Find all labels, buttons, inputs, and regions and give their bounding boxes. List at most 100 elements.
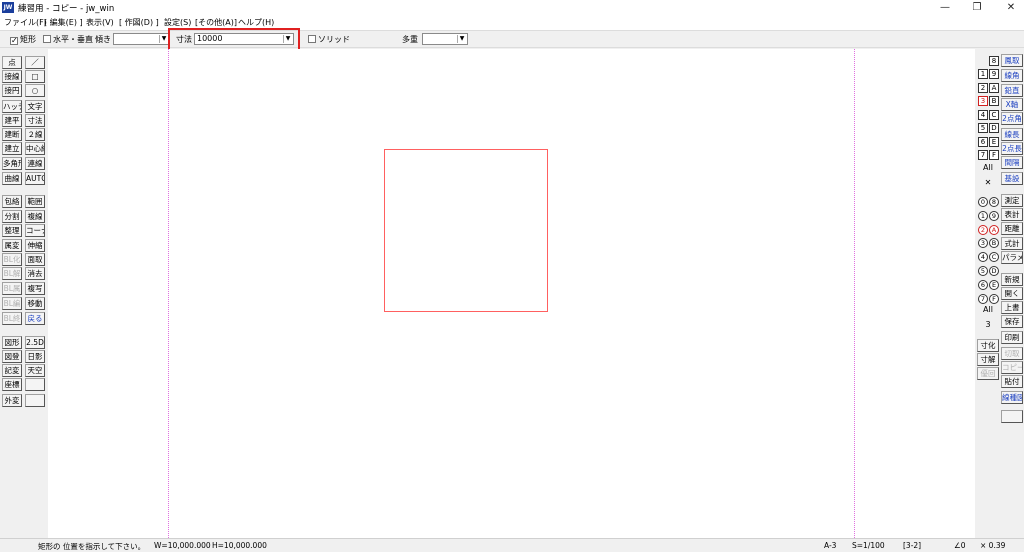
drawing-canvas[interactable] xyxy=(48,49,975,538)
tool-9-1-button[interactable]: 範囲 xyxy=(25,195,45,208)
group-D-button[interactable]: D xyxy=(989,266,999,276)
tool-19-0-button[interactable]: 図登 xyxy=(2,350,22,363)
hv-checkbox[interactable]: 水平・垂直 xyxy=(43,34,93,45)
tool-7-1-button[interactable]: 連線 xyxy=(25,157,45,170)
layer-2-button[interactable]: 2 xyxy=(978,82,988,93)
tool-19-1-button[interactable]: 日影 xyxy=(25,350,45,363)
tool-11-0-button[interactable]: 整理 xyxy=(2,224,22,237)
tilt-combo[interactable]: ▼ xyxy=(113,33,170,45)
status-zoom[interactable]: × 0.39 xyxy=(980,541,1005,550)
group-all-button[interactable]: All xyxy=(978,305,998,314)
group-1-button[interactable]: 1 xyxy=(978,210,988,221)
group-F-button[interactable]: F xyxy=(989,293,999,304)
right-tool-7-button[interactable]: 間隔 xyxy=(1001,156,1023,169)
status-layer[interactable]: [3-2] xyxy=(903,541,921,550)
tool-9-0-button[interactable]: 包絡 xyxy=(2,195,22,208)
layer-C-button[interactable]: C xyxy=(989,109,999,120)
right-tool-12-button[interactable]: 式計 xyxy=(1001,237,1023,250)
tool-13-0-button[interactable]: BL化 xyxy=(2,253,22,266)
layer-B-button[interactable]: B xyxy=(989,96,999,106)
tool-12-0-button[interactable]: 属変 xyxy=(2,239,22,252)
tool-16-0-button[interactable]: BL編 xyxy=(2,297,22,310)
right-tool-13-button[interactable]: パラメ xyxy=(1001,251,1023,264)
tool-21-0-button[interactable]: 座標 xyxy=(2,378,22,391)
rect-checkbox[interactable]: ✓ 矩形 xyxy=(10,34,36,45)
tool-18-0-button[interactable]: 図形 xyxy=(2,336,22,349)
right-tool-0-button[interactable]: 鳳取 xyxy=(1001,54,1023,67)
right-tool-14-button[interactable]: 新規 xyxy=(1001,273,1023,286)
menu-edit[interactable]: [ 編集(E) ] xyxy=(44,17,83,28)
line-preview[interactable] xyxy=(1001,410,1023,423)
group-A-button[interactable]: A xyxy=(989,224,999,235)
right-tool-22-button[interactable]: 線種図 xyxy=(1001,391,1023,404)
group-8-button[interactable]: 8 xyxy=(989,197,999,207)
right-tool-11-button[interactable]: 距離 xyxy=(1001,222,1023,235)
layer-E-button[interactable]: E xyxy=(989,136,999,147)
right-tool-9-button[interactable]: 測定 xyxy=(1001,194,1023,207)
group-7-button[interactable]: 7 xyxy=(978,293,988,304)
tool-10-0-button[interactable]: 分割 xyxy=(2,210,22,223)
right-tool-3-button[interactable]: X軸 xyxy=(1001,98,1023,111)
right-tool-18-button[interactable]: 印刷 xyxy=(1001,331,1023,344)
tool-2-1-button[interactable]: ○ xyxy=(25,84,45,97)
minimize-button[interactable]: — xyxy=(928,0,962,16)
tool-8-1-button[interactable]: AUTO xyxy=(25,172,45,185)
menu-settings[interactable]: 設定(S) xyxy=(164,17,191,28)
tool-0-1-button[interactable]: ／ xyxy=(25,56,45,69)
cross-icon[interactable]: ✕ xyxy=(978,178,998,187)
tool-6-1-button[interactable]: 中心線 xyxy=(25,142,45,155)
group-0-button[interactable]: 0 xyxy=(978,197,988,207)
right-tool-2-button[interactable]: 鉛直 xyxy=(1001,84,1023,97)
tool-15-0-button[interactable]: BL属 xyxy=(2,282,22,295)
tool-3-1-button[interactable]: 文字 xyxy=(25,100,45,113)
layer-A-button[interactable]: A xyxy=(989,82,999,93)
tool-11-1-button[interactable]: コーナー xyxy=(25,224,45,237)
right-tool-16-button[interactable]: 上書 xyxy=(1001,301,1023,314)
status-scale[interactable]: S=1/100 xyxy=(852,541,885,550)
right-tool-15-button[interactable]: 開く xyxy=(1001,287,1023,300)
layer-3-button[interactable]: 3 xyxy=(978,96,988,106)
tool-12-1-button[interactable]: 伸縮 xyxy=(25,239,45,252)
status-paper[interactable]: A-3 xyxy=(824,541,836,550)
tool-14-0-button[interactable]: BL解 xyxy=(2,267,22,280)
menu-view[interactable]: 表示(V) xyxy=(86,17,114,28)
right-tool-10-button[interactable]: 表計 xyxy=(1001,208,1023,221)
right-tool-21-button[interactable]: 貼付 xyxy=(1001,375,1023,388)
menu-draw[interactable]: [ 作図(D) ] xyxy=(119,17,159,28)
right-tool-19-button[interactable]: 切取 xyxy=(1001,347,1023,360)
tool-20-0-button[interactable]: 記変 xyxy=(2,364,22,377)
right-tool-5-button[interactable]: 線長 xyxy=(1001,128,1023,141)
layer-7-button[interactable]: 7 xyxy=(978,150,988,160)
right-tool-20-button[interactable]: コピー xyxy=(1001,361,1023,374)
tool-7-0-button[interactable]: 多角形 xyxy=(2,157,22,170)
drawn-rectangle[interactable] xyxy=(384,149,548,312)
layer-6-button[interactable]: 6 xyxy=(978,136,988,147)
tool-4-1-button[interactable]: 寸法 xyxy=(25,114,45,127)
status-angle[interactable]: ∠0 xyxy=(954,541,966,550)
layer-8-button[interactable]: 8 xyxy=(989,56,999,66)
tool-5-0-button[interactable]: 建断 xyxy=(2,128,22,141)
layer-5-button[interactable]: 5 xyxy=(978,123,988,133)
tool-22-0-button[interactable]: 外変 xyxy=(2,394,22,407)
tool-5-1-button[interactable]: ２線 xyxy=(25,128,45,141)
tool-4-0-button[interactable]: 建平 xyxy=(2,114,22,127)
tool-22-1-button[interactable] xyxy=(25,394,45,407)
tool-16-1-button[interactable]: 移動 xyxy=(25,297,45,310)
solid-checkbox[interactable]: ソリッド xyxy=(308,34,350,45)
tool-10-1-button[interactable]: 複線 xyxy=(25,210,45,223)
right-tool-1-button[interactable]: 線角 xyxy=(1001,69,1023,82)
tool-8-0-button[interactable]: 曲線 xyxy=(2,172,22,185)
dim-combo[interactable]: 10000 ▼ xyxy=(194,33,294,45)
menu-help[interactable]: ヘルプ(H) xyxy=(238,17,274,28)
tool-0-0-button[interactable]: 点 xyxy=(2,56,22,69)
layer-F-button[interactable]: F xyxy=(989,150,999,160)
tool-2-0-button[interactable]: 接円 xyxy=(2,84,22,97)
tool-17-0-button[interactable]: BL終 xyxy=(2,312,22,325)
tool-3-0-button[interactable]: ハッチ xyxy=(2,100,22,113)
layer-4-button[interactable]: 4 xyxy=(978,109,988,120)
layer-9-button[interactable]: 9 xyxy=(989,69,999,79)
layer-D-button[interactable]: D xyxy=(989,123,999,133)
close-button[interactable]: ✕ xyxy=(994,0,1024,16)
group-B-button[interactable]: B xyxy=(989,238,999,249)
right-tool-8-button[interactable]: 基設 xyxy=(1001,172,1023,185)
